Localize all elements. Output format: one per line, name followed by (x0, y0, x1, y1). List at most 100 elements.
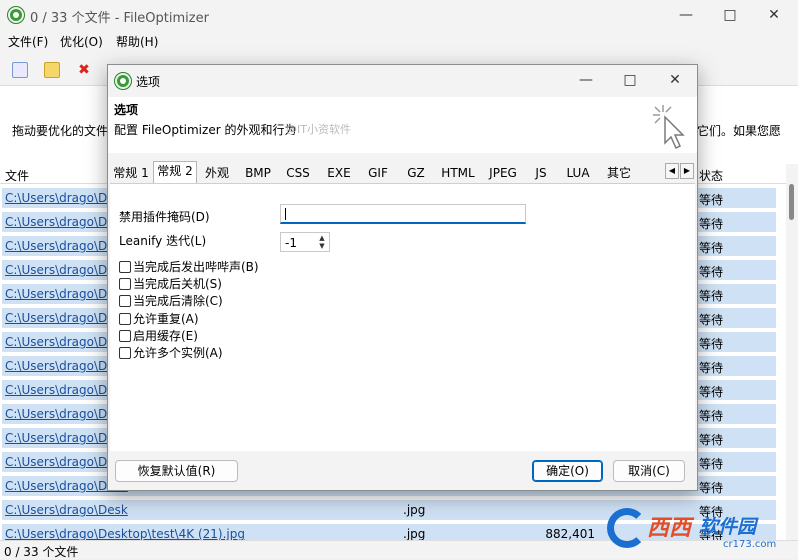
row-file-path[interactable]: C:\Users\drago\Desk (5, 503, 128, 517)
row-status: 等待 (699, 409, 724, 423)
checkbox-option[interactable]: 允许多个实例(A) (119, 344, 223, 361)
checkbox-box[interactable] (119, 313, 131, 325)
checkbox-label: 允许多个实例(A) (133, 346, 223, 360)
checkbox-label: 当完成后关机(S) (133, 277, 222, 291)
tab-7[interactable]: GZ (398, 163, 434, 183)
tab-11[interactable]: LUA (558, 163, 598, 183)
leanify-iterations-spinner[interactable]: -1 ▲ ▼ (280, 232, 330, 252)
close-button[interactable]: ✕ (752, 0, 796, 30)
row-status: 等待 (699, 361, 724, 375)
add-folder-icon[interactable] (44, 62, 60, 78)
tab-panel-general-2: 禁用插件掩码(D) Leanify 迭代(L) -1 ▲ ▼ 当完成后发出哔哔声… (110, 183, 695, 451)
dialog-maximize-button[interactable]: □ (608, 65, 652, 95)
checkbox-box[interactable] (119, 261, 131, 273)
list-scrollbar[interactable] (786, 164, 798, 540)
dialog-app-icon (115, 73, 131, 89)
row-extension: .jpg (403, 527, 426, 540)
checkbox-box[interactable] (119, 347, 131, 359)
row-status: 等待 (699, 241, 724, 255)
brand-c-logo-icon (607, 508, 647, 548)
brand-name-2: 软件园 (699, 516, 757, 538)
checkbox-box[interactable] (119, 330, 131, 342)
dialog-close-button[interactable]: ✕ (653, 65, 697, 95)
cursor-click-icon (653, 105, 685, 150)
dialog-header: 选项 配置 FileOptimizer 的外观和行为 @IT小资软件 (108, 97, 697, 153)
tab-3[interactable]: BMP (238, 163, 278, 183)
checkbox-label: 当完成后清除(C) (133, 294, 223, 308)
tab-8[interactable]: HTML (436, 163, 480, 183)
spinner-up-icon[interactable]: ▲ (317, 234, 327, 242)
column-file[interactable]: 文件 (5, 167, 29, 184)
brand-name-1: 西西 (647, 516, 692, 541)
status-text: 0 / 33 个文件 (4, 545, 79, 559)
brand-url: cr173.com (723, 539, 777, 550)
tab-0[interactable]: 常规 1 (112, 163, 150, 183)
title-bar: 0 / 33 个文件 - FileOptimizer — □ ✕ (0, 0, 798, 30)
checkbox-option[interactable]: 启用缓存(E) (119, 327, 198, 344)
leanify-iterations-value: -1 (285, 236, 297, 250)
watermark-text: @IT小资软件 (286, 123, 351, 136)
window-title: 0 / 33 个文件 - FileOptimizer (30, 11, 209, 26)
scrollbar-thumb[interactable] (789, 184, 794, 220)
row-status: 等待 (699, 217, 724, 231)
minimize-button[interactable]: — (664, 0, 708, 30)
text-caret (285, 208, 286, 220)
row-size: 882,401 (545, 527, 595, 540)
dialog-title-bar: 选项 — □ ✕ (108, 65, 697, 97)
dialog-minimize-button[interactable]: — (564, 65, 608, 95)
dialog-heading: 选项 (114, 103, 139, 117)
row-status: 等待 (699, 265, 724, 279)
hint-text-right: 它们。如果您愿 (697, 124, 782, 138)
checkbox-box[interactable] (119, 295, 131, 307)
menu-bar: 文件(F) 优化(O) 帮助(H) (0, 30, 798, 52)
tab-1[interactable]: 常规 2 (153, 161, 197, 183)
checkbox-option[interactable]: 当完成后关机(S) (119, 275, 222, 292)
menu-help[interactable]: 帮助(H) (116, 33, 158, 50)
row-status: 等待 (699, 481, 724, 495)
row-status: 等待 (699, 433, 724, 447)
options-tabs: 常规 1 常规 2 外观 BMP CSS EXE GIF GZ HTML JPEG JS LUA 其它 (108, 161, 697, 183)
tab-6[interactable]: GIF (360, 163, 396, 183)
checkbox-box[interactable] (119, 278, 131, 290)
ok-button[interactable]: 确定(O) (532, 460, 603, 482)
checkbox-option[interactable]: 允许重复(A) (119, 310, 199, 327)
menu-optimize[interactable]: 优化(O) (60, 33, 103, 50)
hint-text-left: 拖动要优化的文件 (12, 124, 109, 138)
tab-scroll-left-icon[interactable]: ◀ (665, 163, 679, 179)
add-files-icon[interactable] (12, 62, 28, 78)
menu-file[interactable]: 文件(F) (8, 33, 48, 50)
row-status: 等待 (699, 193, 724, 207)
tab-2[interactable]: 外观 (200, 163, 234, 183)
column-status[interactable]: 状态 (699, 167, 723, 184)
checkbox-label: 当完成后发出哔哔声(B) (133, 260, 259, 274)
tab-12[interactable]: 其它 (600, 163, 638, 183)
checkbox-option[interactable]: 当完成后清除(C) (119, 292, 223, 309)
row-file-path[interactable]: C:\Users\drago\Desktop\test\4K (21).jpg (5, 527, 245, 540)
row-status: 等待 (699, 457, 724, 471)
row-status: 等待 (699, 289, 724, 303)
cancel-button[interactable]: 取消(C) (613, 460, 685, 482)
checkbox-label: 允许重复(A) (133, 312, 199, 326)
dialog-subheading: 配置 FileOptimizer 的外观和行为 (114, 123, 297, 137)
leanify-iterations-label: Leanify 迭代(L) (119, 234, 207, 248)
spinner-down-icon[interactable]: ▼ (317, 242, 327, 250)
tab-9[interactable]: JPEG (482, 163, 524, 183)
remove-icon[interactable]: ✖ (76, 62, 92, 78)
tab-5[interactable]: EXE (320, 163, 358, 183)
options-dialog: 选项 — □ ✕ 选项 配置 FileOptimizer 的外观和行为 @IT小… (107, 64, 698, 491)
fileoptimizer-app-icon (8, 7, 24, 23)
row-extension: .jpg (403, 503, 426, 517)
dialog-title: 选项 (136, 75, 161, 89)
tab-4[interactable]: CSS (280, 163, 316, 183)
maximize-button[interactable]: □ (708, 0, 752, 30)
site-watermark-logo: 西西 软件园 cr173.com (607, 506, 797, 556)
checkbox-label: 启用缓存(E) (133, 329, 198, 343)
tab-10[interactable]: JS (526, 163, 556, 183)
disable-plugin-mask-input[interactable] (280, 204, 526, 224)
row-status: 等待 (699, 313, 724, 327)
checkbox-option[interactable]: 当完成后发出哔哔声(B) (119, 258, 259, 275)
restore-defaults-button[interactable]: 恢复默认值(R) (115, 460, 238, 482)
disable-plugin-mask-label: 禁用插件掩码(D) (119, 210, 210, 224)
row-status: 等待 (699, 337, 724, 351)
tab-scroll-right-icon[interactable]: ▶ (680, 163, 694, 179)
